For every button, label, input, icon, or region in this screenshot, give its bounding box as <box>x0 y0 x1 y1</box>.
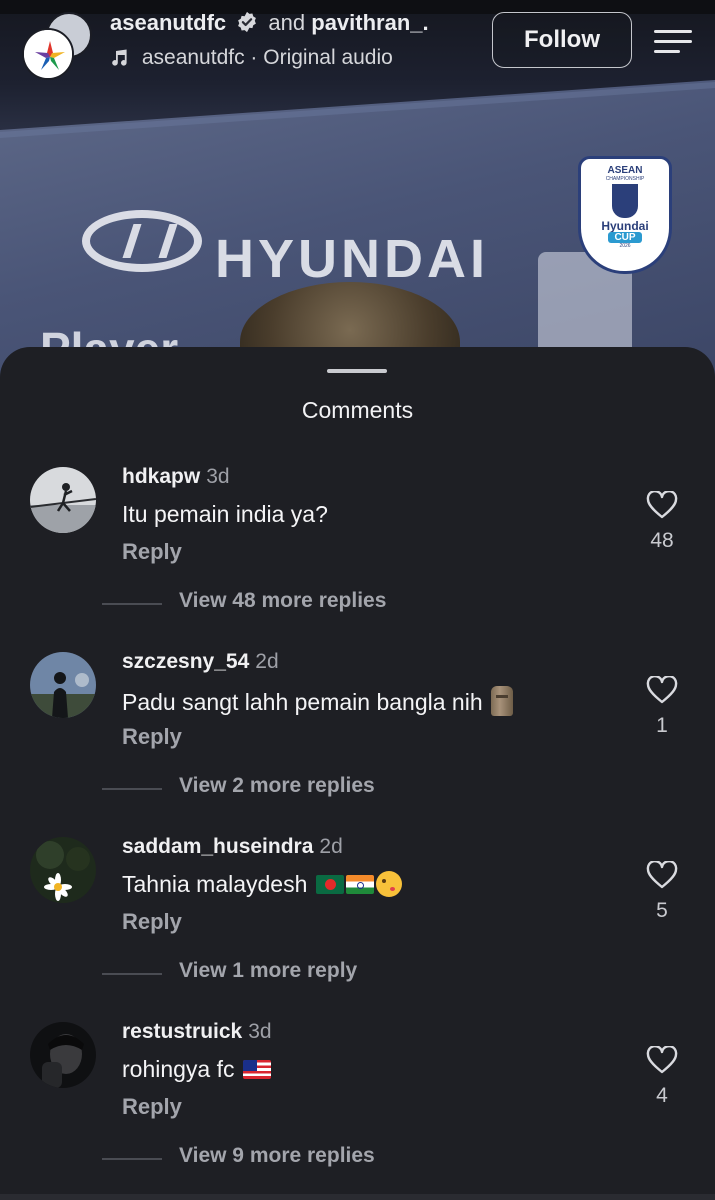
comment-username[interactable]: saddam_huseindra 2d <box>122 835 343 859</box>
bottom-edge <box>0 1194 715 1200</box>
reply-button[interactable]: Reply <box>122 539 182 565</box>
comment-username[interactable]: szczesny_54 2d <box>122 650 279 674</box>
sponsor-text: HYUNDAI <box>215 229 490 289</box>
and-text: and <box>268 10 306 35</box>
reply-button[interactable]: Reply <box>122 909 182 935</box>
comment-time: 2d <box>319 835 343 858</box>
badge-year-text: 2026 <box>619 243 631 249</box>
commenter-avatar[interactable] <box>30 1022 96 1088</box>
author-username[interactable]: aseanutdfc <box>110 10 226 35</box>
like-count: 1 <box>656 714 668 737</box>
bangladesh-flag-icon <box>315 875 344 894</box>
view-replies-button[interactable]: View 1 more reply <box>179 959 357 983</box>
avatar-image <box>30 1022 96 1088</box>
like-count: 48 <box>650 529 674 552</box>
commenter-avatar[interactable] <box>30 652 96 718</box>
replies-divider <box>102 603 162 605</box>
comment-text: Padu sangt lahh pemain bangla nih <box>122 686 513 716</box>
comment-item: hdkapw 3d Itu pemain india ya? Reply 48 V… <box>0 465 715 637</box>
audio-link[interactable]: aseanutdfc · Original audio <box>110 46 393 70</box>
sheet-title: Comments <box>301 397 414 423</box>
comment-time: 2d <box>255 650 279 673</box>
comment-item: restustruick 3d rohingya fc Reply 4 View … <box>0 1020 715 1192</box>
avatar-image <box>30 467 96 533</box>
replies-divider <box>102 1158 162 1160</box>
moai-emoji-icon <box>490 686 513 716</box>
commenter-avatar[interactable] <box>30 837 96 903</box>
collaborator-username[interactable]: pavithran_. <box>311 10 428 35</box>
badge-sub-text: CHAMPIONSHIP <box>605 176 645 182</box>
view-replies-button[interactable]: View 48 more replies <box>179 589 386 613</box>
kiss-face-emoji-icon <box>375 871 402 897</box>
like-count: 5 <box>656 899 668 922</box>
hyundai-logo-icon <box>82 210 202 272</box>
heart-icon[interactable] <box>646 1046 678 1074</box>
heart-icon[interactable] <box>646 491 678 519</box>
view-replies-button[interactable]: View 9 more replies <box>179 1144 375 1168</box>
menu-icon[interactable] <box>654 28 692 54</box>
badge-cup-text: CUP <box>608 232 642 243</box>
comment-item: szczesny_54 2d Padu sangt lahh pemain ban… <box>0 650 715 822</box>
comment-text: Tahnia malaydesh <box>122 871 402 898</box>
comment-username[interactable]: restustruick 3d <box>122 1020 272 1044</box>
audio-text: aseanutdfc · Original audio <box>141 46 393 69</box>
comment-time: 3d <box>248 1020 272 1043</box>
avatar-image <box>30 652 96 718</box>
heart-icon[interactable] <box>646 676 678 704</box>
comment-text: Itu pemain india ya? <box>122 501 328 527</box>
follow-button[interactable]: Follow <box>492 12 632 68</box>
commenter-avatar[interactable] <box>30 467 96 533</box>
aseanutd-logo-icon <box>24 30 72 78</box>
malaysia-flag-icon <box>242 1060 271 1079</box>
badge-brand-text: Hyundai <box>601 219 649 233</box>
view-replies-button[interactable]: View 2 more replies <box>179 774 375 798</box>
comment-username[interactable]: hdkapw 3d <box>122 465 230 489</box>
replies-divider <box>102 788 162 790</box>
india-flag-icon <box>345 875 374 894</box>
reply-button[interactable]: Reply <box>122 1094 182 1120</box>
comment-text: rohingya fc <box>122 1056 271 1083</box>
comment-item: saddam_huseindra 2d Tahnia malaydesh Repl… <box>0 835 715 1007</box>
author-avatars[interactable] <box>22 12 102 80</box>
trophy-icon <box>612 184 638 218</box>
verified-badge-icon <box>238 11 257 33</box>
tournament-badge: ASEAN CHAMPIONSHIP Hyundai CUP 2026 <box>578 156 672 274</box>
comment-time: 3d <box>206 465 230 488</box>
music-note-icon <box>112 49 127 66</box>
reply-button[interactable]: Reply <box>122 724 182 750</box>
replies-divider <box>102 973 162 975</box>
badge-top-text: ASEAN <box>607 165 643 176</box>
like-count: 4 <box>656 1084 668 1107</box>
comments-sheet: Comments hdkapw 3d Itu pemain india ya? R… <box>0 347 715 1200</box>
sheet-drag-handle[interactable] <box>327 369 387 373</box>
post-authors[interactable]: aseanutdfc and pavithran_. <box>110 10 429 36</box>
heart-icon[interactable] <box>646 861 678 889</box>
avatar-image <box>30 837 96 903</box>
author-avatar[interactable] <box>22 28 74 80</box>
